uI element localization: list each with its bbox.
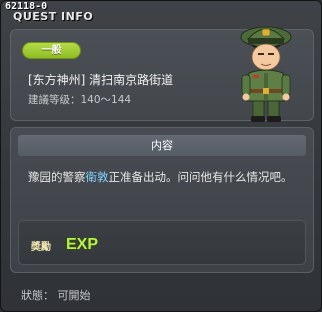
quest-status: 狀態： 可開始	[21, 289, 91, 302]
content-header: 内容	[18, 135, 306, 156]
soldier-npc-portrait-icon	[240, 26, 292, 122]
quest-info-window: 62118-0 QUEST INFO 一般 [东方神州] 清扫南京路街道 建議等…	[0, 0, 322, 312]
description-text-before: 豫园的警察	[28, 170, 86, 184]
reward-box	[18, 220, 306, 265]
description-text-after: 正准备出动。问问他有什么情况吧。	[108, 170, 293, 184]
recommended-level: 建議等级：140〜144	[28, 94, 132, 106]
npc-name-link: 衛敦	[85, 170, 109, 184]
exp-label: EXP	[66, 236, 98, 253]
exp-reward-icon: EXP	[65, 235, 99, 253]
reward-label: 奬勵	[31, 242, 51, 253]
category-badge: 一般	[22, 42, 81, 59]
quest-name: [东方神州] 清扫南京路街道	[28, 73, 174, 87]
window-title: QUEST INFO	[13, 10, 94, 23]
quest-description: 豫园的警察衛敦正准备出动。问问他有什么情况吧。	[28, 168, 304, 186]
